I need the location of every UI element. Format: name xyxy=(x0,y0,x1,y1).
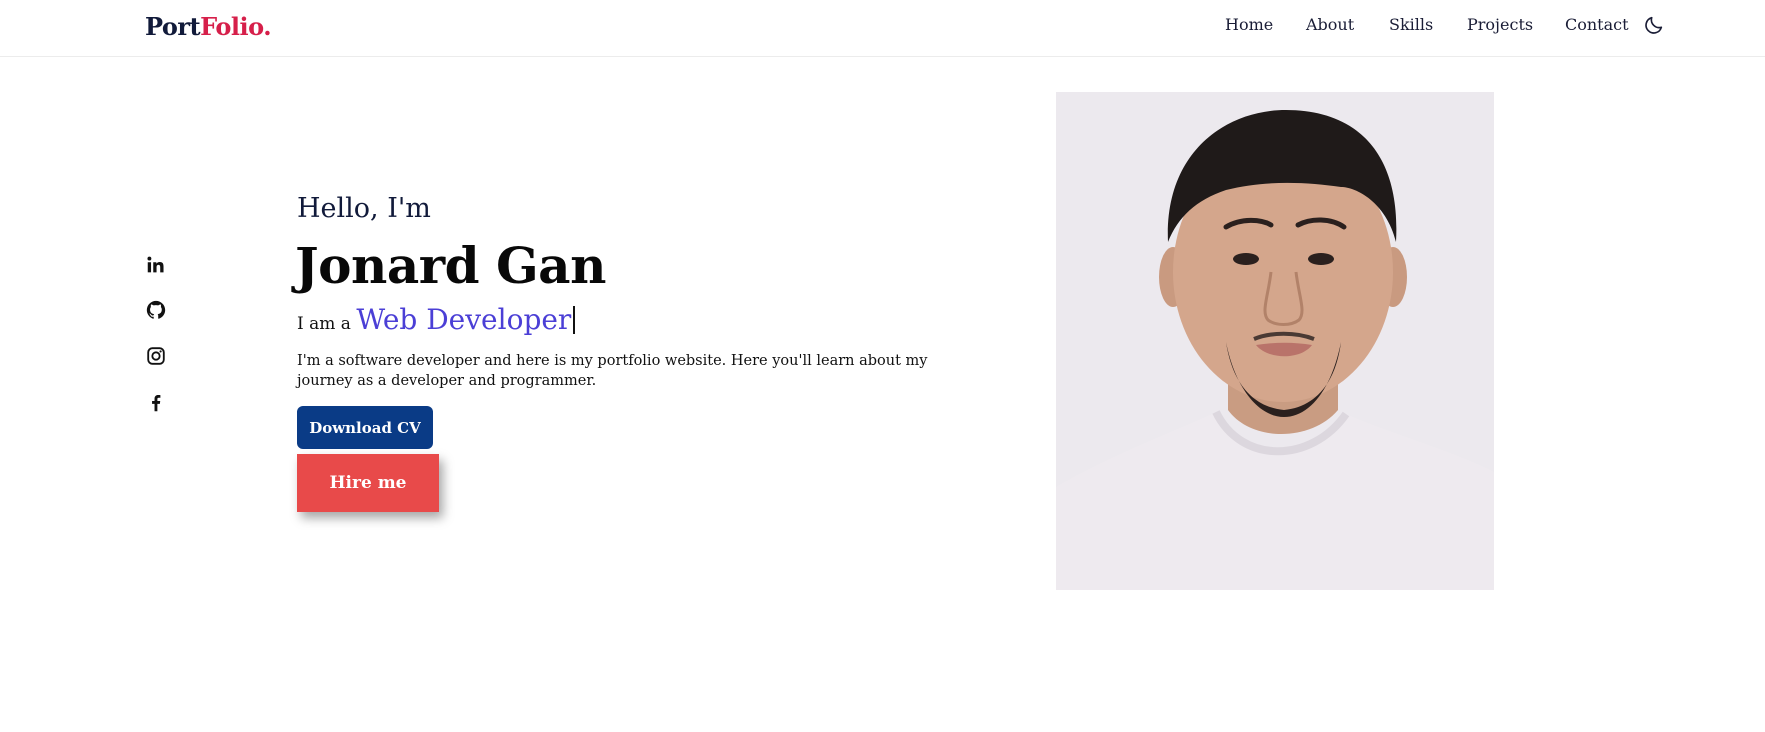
profile-photo xyxy=(1056,92,1494,590)
facebook-icon[interactable] xyxy=(145,392,167,414)
hero-role-line: I am a Web Developer xyxy=(297,303,576,336)
hero-role-prefix: I am a xyxy=(297,314,351,334)
linkedin-icon[interactable] xyxy=(145,254,167,276)
brand-logo-part2: Folio. xyxy=(200,12,272,41)
github-icon[interactable] xyxy=(145,299,167,321)
nav-link-skills[interactable]: Skills xyxy=(1389,15,1433,34)
hire-me-button[interactable]: Hire me xyxy=(297,454,439,512)
profile-photo-illustration xyxy=(1056,92,1494,590)
brand-logo-part1: Port xyxy=(145,12,201,41)
moon-icon[interactable] xyxy=(1643,14,1665,36)
hero-greeting: Hello, I'm xyxy=(297,193,431,224)
nav-link-projects[interactable]: Projects xyxy=(1467,15,1533,34)
brand-logo[interactable]: PortFolio. xyxy=(145,12,272,41)
hero-name: Jonard Gan xyxy=(295,236,606,295)
nav-link-contact[interactable]: Contact xyxy=(1565,15,1629,34)
nav-link-about[interactable]: About xyxy=(1306,15,1354,34)
nav-link-home[interactable]: Home xyxy=(1225,15,1273,34)
typing-cursor xyxy=(573,306,576,334)
hero-role: Web Developer xyxy=(356,303,572,336)
instagram-icon[interactable] xyxy=(145,345,167,367)
download-cv-button[interactable]: Download CV xyxy=(297,406,433,449)
hero-bio: I'm a software developer and here is my … xyxy=(297,353,928,389)
navbar: PortFolio. Home About Skills Projects Co… xyxy=(0,0,1765,57)
